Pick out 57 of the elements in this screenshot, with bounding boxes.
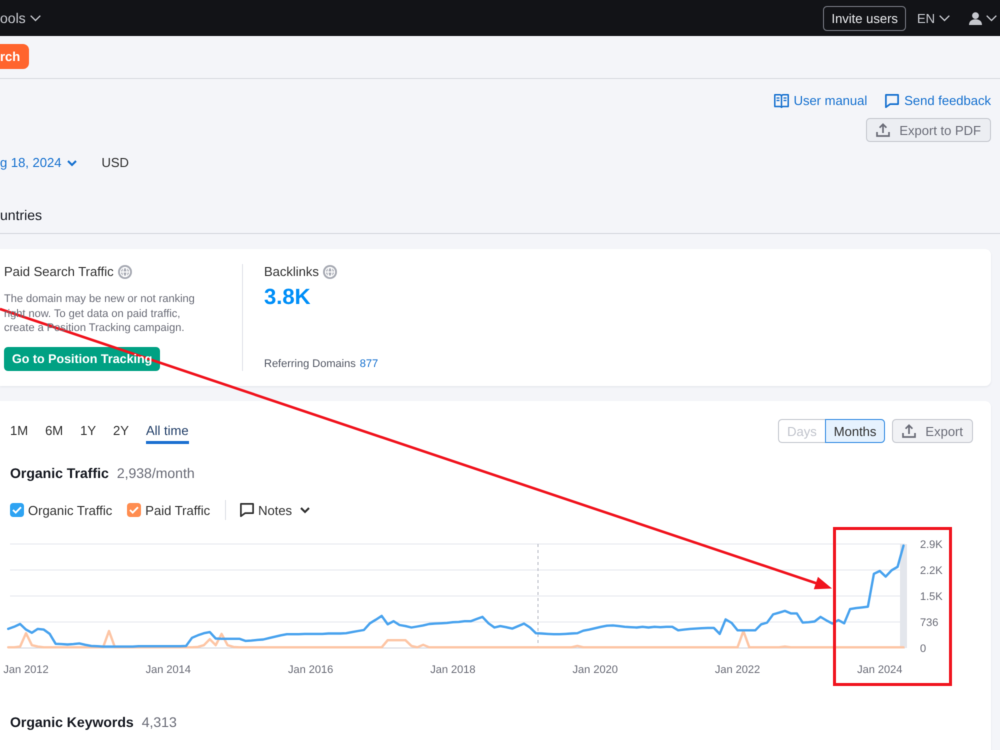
tools-menu[interactable]: ools xyxy=(0,10,41,26)
speech-bubble-icon xyxy=(885,94,900,108)
globe-icon xyxy=(118,265,132,279)
metric-title: Paid Search Traffic xyxy=(4,264,114,280)
granularity-toggle[interactable]: Months xyxy=(824,419,886,443)
period-tab[interactable]: All time xyxy=(146,419,189,444)
user-menu[interactable] xyxy=(969,12,997,24)
currency-label: USD xyxy=(101,154,129,172)
check-icon xyxy=(12,506,22,514)
language-menu[interactable]: EN xyxy=(916,10,950,26)
y-axis-label: 2.9K xyxy=(920,539,943,551)
x-axis-label: Jan 2018 xyxy=(430,664,476,676)
upload-icon xyxy=(876,123,890,137)
export-pdf-button[interactable]: Export to PDF xyxy=(866,118,991,142)
x-axis-label: Jan 2014 xyxy=(146,664,191,676)
export-button[interactable]: Export xyxy=(892,419,973,443)
legend-checkbox[interactable] xyxy=(10,503,24,517)
chevron-down-icon xyxy=(939,14,950,22)
check-icon xyxy=(129,506,140,514)
section-tab[interactable]: untries xyxy=(0,206,42,224)
y-axis-label: 736 xyxy=(920,617,938,629)
notes-button[interactable]: Notes xyxy=(240,502,310,518)
x-axis-label: Jan 2012 xyxy=(3,664,49,676)
keywords-title: Organic Keywords xyxy=(10,713,134,731)
chart-title: Organic Traffic xyxy=(10,464,109,482)
referring-domains-link[interactable]: 877 xyxy=(360,357,378,371)
globe-icon xyxy=(322,265,337,279)
x-axis-label: Jan 2016 xyxy=(288,664,334,676)
book-icon xyxy=(774,94,789,108)
upload-icon xyxy=(902,424,916,438)
manual-link[interactable]: User manual xyxy=(774,92,868,110)
speech-bubble-icon xyxy=(240,503,254,517)
legend-checkbox[interactable] xyxy=(127,503,142,517)
x-axis-label: Jan 2024 xyxy=(857,664,902,676)
period-tab[interactable]: 2Y xyxy=(113,419,129,444)
chevron-down-icon xyxy=(300,506,310,514)
feedback-link[interactable]: Send feedback xyxy=(885,92,991,110)
metric-title: Backlinks xyxy=(264,264,319,280)
chart-total: 2,938/month xyxy=(116,464,195,482)
period-tab[interactable]: 1M xyxy=(10,419,28,444)
legend-label: Paid Traffic xyxy=(145,502,210,518)
period-tab[interactable]: 1Y xyxy=(80,419,96,444)
keywords-count: 4,313 xyxy=(142,713,177,731)
date-picker[interactable]: g 18, 2024 xyxy=(0,154,78,172)
x-axis-label: Jan 2020 xyxy=(572,664,618,676)
period-tab[interactable]: 6M xyxy=(45,419,64,444)
y-axis-label: 2.2K xyxy=(920,565,943,577)
invite-users-button[interactable]: Invite users xyxy=(823,6,906,30)
chevron-down-icon xyxy=(986,14,997,22)
x-axis-label: Jan 2022 xyxy=(714,664,760,676)
y-axis-label: 0 xyxy=(920,643,926,655)
user-icon xyxy=(969,12,982,24)
referring-domains-label: Referring Domains xyxy=(264,357,356,371)
legend-label: Organic Traffic xyxy=(28,502,112,518)
chevron-down-icon xyxy=(30,14,41,22)
chevron-down-icon xyxy=(67,160,78,166)
y-axis-label: 1.5K xyxy=(920,591,943,603)
